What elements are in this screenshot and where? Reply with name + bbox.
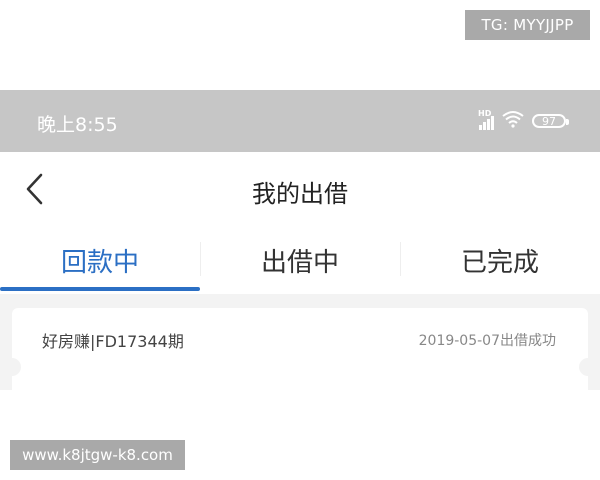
tab-returning[interactable]: 回款中: [0, 226, 200, 294]
tab-bar: 回款中 出借中 已完成: [0, 226, 600, 294]
page-title: 我的出借: [252, 180, 348, 208]
status-icons: HD 97: [478, 109, 569, 132]
status-time: 晚上8:55: [37, 114, 118, 136]
battery-icon: 97: [532, 114, 569, 128]
card-notch-left: [3, 358, 21, 376]
record-card[interactable]: 好房赚|FD17344期 2019-05-07出借成功: [3, 308, 597, 390]
wifi-icon: [502, 110, 524, 132]
tab-completed[interactable]: 已完成: [400, 226, 600, 294]
hd-label: HD: [478, 109, 492, 118]
record-status: 2019-05-07出借成功: [418, 333, 556, 349]
watermark-top: TG: MYYJJPP: [465, 10, 590, 40]
card-notch-right: [579, 358, 597, 376]
watermark-bottom: www.k8jtgw-k8.com: [10, 440, 185, 470]
hd-signal-icon: HD: [478, 109, 494, 130]
tab-lending[interactable]: 出借中: [200, 226, 400, 294]
record-name: 好房赚|FD17344期: [42, 332, 184, 351]
nav-bar: 我的出借: [0, 152, 600, 226]
active-tab-indicator: [0, 287, 200, 291]
status-bar: 晚上8:55 HD 97: [0, 90, 600, 152]
